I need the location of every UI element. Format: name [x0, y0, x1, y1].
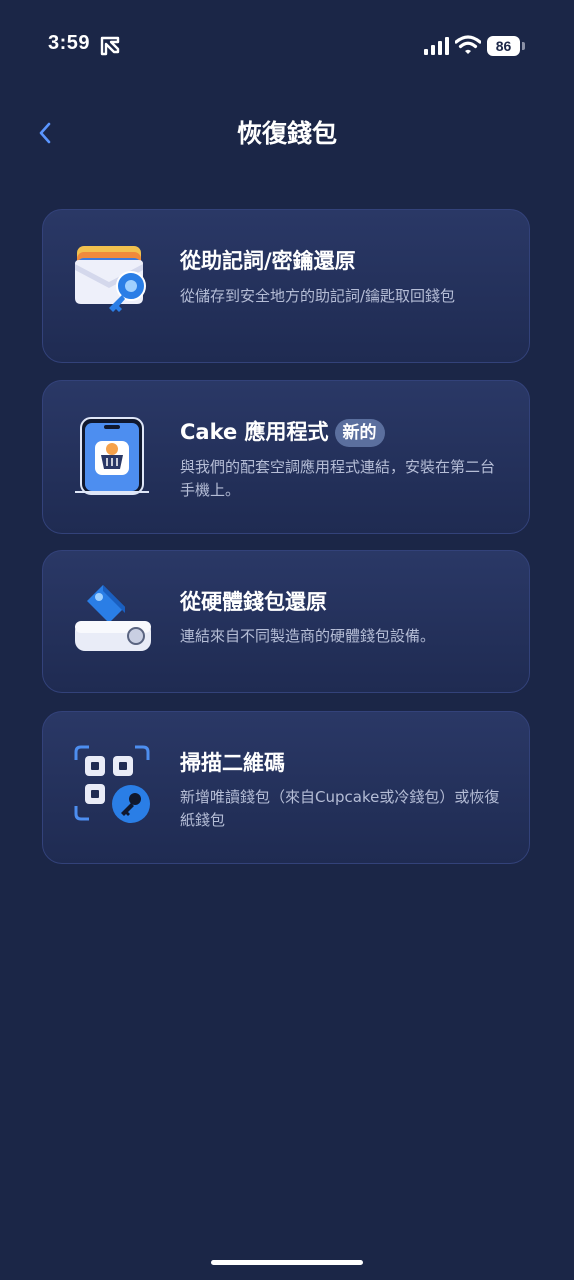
- page-title: 恢復錢包: [236, 119, 337, 148]
- restore-from-seed-option[interactable]: 從助記詞/密鑰還原 從儲存到安全地方的助記詞/鑰匙取回錢包: [42, 209, 530, 363]
- option-description: 連結來自不同製造商的硬體錢包設備。: [180, 627, 436, 645]
- wallet-key-icon: [75, 246, 146, 312]
- battery-indicator: 86: [487, 36, 525, 56]
- option-title: 從助記詞/密鑰還原: [180, 249, 356, 273]
- battery-level: 86: [487, 36, 520, 56]
- option-description: 與我們的配套空調應用程式連結，安裝在第二台手機上。: [180, 458, 496, 499]
- scan-qr-option[interactable]: 掃描二維碼 新增唯讀錢包（來自Cupcake或冷錢包）或恢復紙錢包: [42, 711, 530, 864]
- phone-app-icon: [75, 417, 149, 495]
- qr-key-icon: [74, 745, 150, 823]
- restore-wallet-screen: 3:59 86 恢復錢包 從助記詞/密鑰還原 從儲存到安全地方的助記詞/鑰匙取回…: [0, 0, 574, 1280]
- hardware-wallet-option[interactable]: 從硬體錢包還原 連結來自不同製造商的硬體錢包設備。: [42, 550, 530, 693]
- navigation-arrow-icon: [100, 36, 120, 56]
- cellular-signal-icon: [424, 37, 449, 55]
- status-time: 3:59: [48, 32, 91, 54]
- option-description: 從儲存到安全地方的助記詞/鑰匙取回錢包: [180, 287, 456, 305]
- option-title: 從硬體錢包還原: [180, 590, 327, 614]
- option-description: 新增唯讀錢包（來自Cupcake或冷錢包）或恢復紙錢包: [180, 788, 500, 829]
- status-bar: 3:59 86: [0, 0, 574, 92]
- new-badge: 新的: [334, 419, 385, 447]
- wifi-icon: [455, 35, 481, 54]
- option-title: Cake 應用程式 新的: [180, 417, 385, 447]
- option-title: 掃描二維碼: [180, 751, 285, 775]
- battery-cap: [522, 42, 525, 50]
- option-title-text: Cake 應用程式: [180, 420, 329, 444]
- home-indicator[interactable]: [211, 1260, 363, 1265]
- cake-app-option[interactable]: Cake 應用程式 新的 與我們的配套空調應用程式連結，安裝在第二台手機上。: [42, 380, 530, 534]
- hardware-wallet-icon: [75, 585, 151, 651]
